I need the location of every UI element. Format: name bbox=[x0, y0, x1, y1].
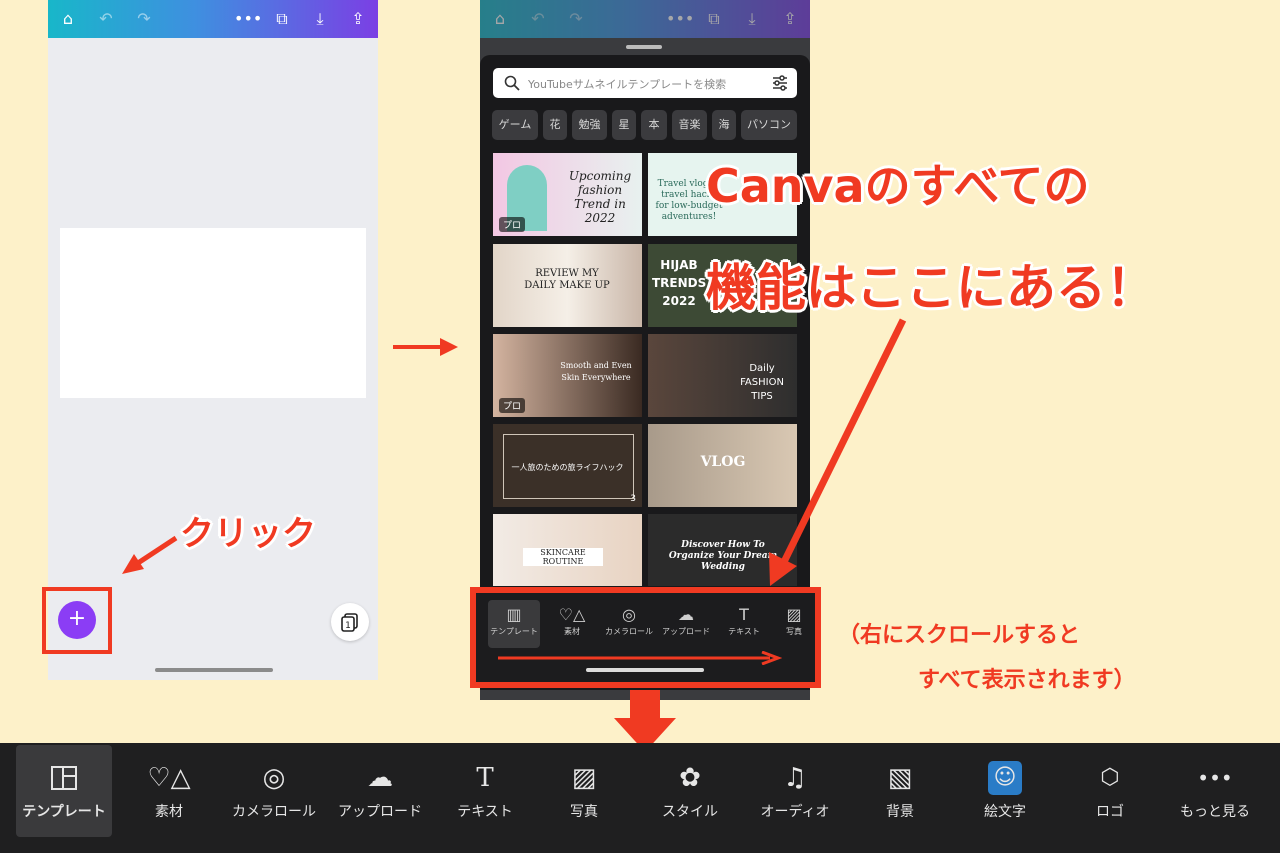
headline-line2: 機能はここにある！ bbox=[706, 259, 1156, 317]
arrow-to-toolbar bbox=[769, 318, 907, 586]
headline-line1: Canvaのすべての bbox=[706, 159, 1090, 213]
arrow-to-add-button bbox=[122, 535, 178, 574]
tab-emoji[interactable]: ☺ 絵文字 bbox=[957, 745, 1053, 837]
elements-icon: ♡△ bbox=[147, 763, 191, 793]
upload-icon: ☁ bbox=[367, 763, 393, 793]
tab-elements[interactable]: ♡△ 素材 bbox=[121, 745, 217, 837]
text-icon: T bbox=[476, 763, 494, 793]
logo-icon: ⬡ bbox=[1100, 765, 1120, 790]
click-label: クリック bbox=[180, 514, 316, 554]
annotation-arrows bbox=[122, 318, 907, 752]
emoji-icon: ☺ bbox=[988, 761, 1022, 795]
tab-background[interactable]: ▧ 背景 bbox=[852, 745, 948, 837]
background-icon: ▧ bbox=[887, 763, 913, 793]
scroll-note-line1: （右にスクロールすると bbox=[838, 623, 1081, 648]
palette-icon: ✿ bbox=[679, 763, 701, 793]
tab-text[interactable]: T テキスト bbox=[437, 745, 533, 837]
more-icon: ••• bbox=[1197, 766, 1233, 790]
tab-photos[interactable]: ▨ 写真 bbox=[536, 745, 632, 837]
tab-upload[interactable]: ☁ アップロード bbox=[332, 745, 428, 837]
tab-templates[interactable]: テンプレート bbox=[16, 745, 112, 837]
tab-styles[interactable]: ✿ スタイル bbox=[642, 745, 738, 837]
camera-icon: ◎ bbox=[262, 763, 286, 793]
tab-more[interactable]: ••• もっと見る bbox=[1167, 745, 1263, 837]
arrow-to-editor bbox=[393, 338, 458, 356]
photo-icon: ▨ bbox=[571, 763, 597, 793]
tab-camera-roll[interactable]: ◎ カメラロール bbox=[226, 745, 322, 837]
scroll-note-line2: すべて表示されます） bbox=[918, 668, 1136, 693]
music-icon: ♫ bbox=[783, 763, 807, 793]
tab-logo[interactable]: ⬡ ロゴ bbox=[1062, 745, 1158, 837]
tab-audio[interactable]: ♫ オーディオ bbox=[747, 745, 843, 837]
template-icon bbox=[51, 766, 77, 790]
